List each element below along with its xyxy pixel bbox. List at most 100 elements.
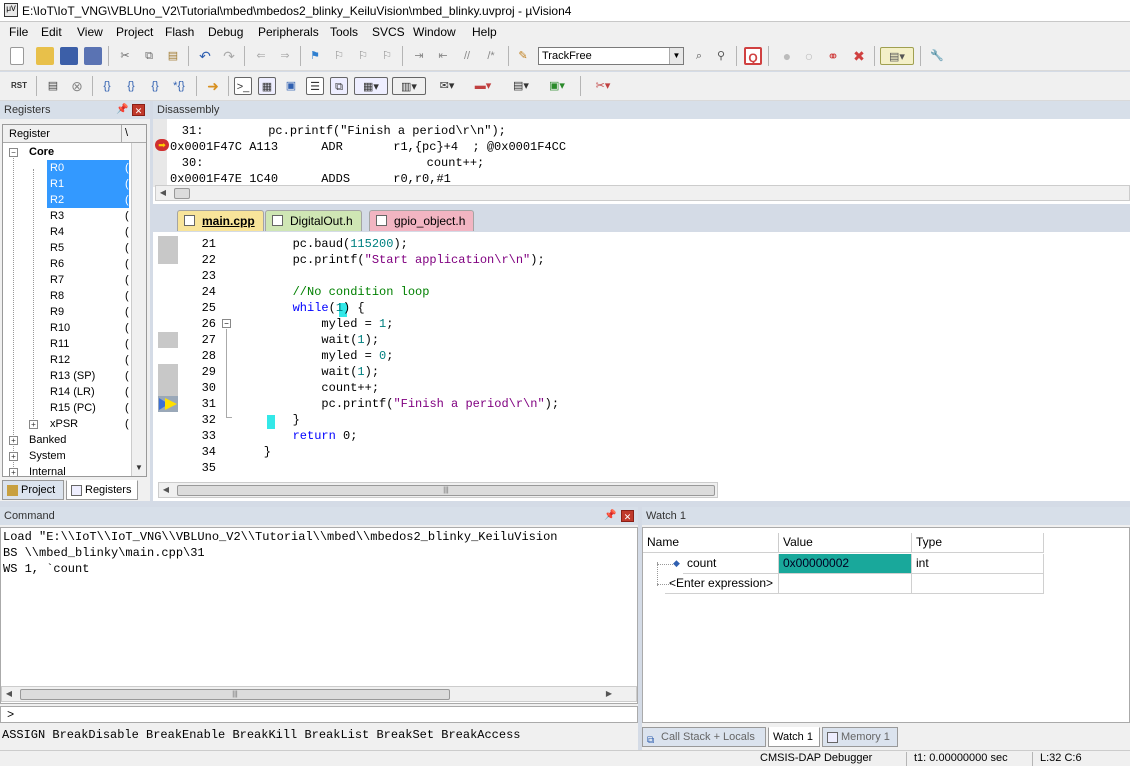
disasm-line-instr[interactable]: 0x0001F47C A113 ADR r1,{pc}+4 ; @0x0001F…	[170, 139, 566, 155]
unindent-icon[interactable]: ⇤	[434, 47, 452, 65]
register-row[interactable]: R9	[47, 304, 64, 320]
run-icon[interactable]: ▤	[44, 77, 62, 95]
run-to-cursor-icon[interactable]: *{}	[170, 77, 188, 95]
disassembly-window-icon[interactable]: ▦	[258, 77, 276, 95]
save-icon[interactable]	[60, 47, 78, 65]
watch-col-value[interactable]: Value	[779, 533, 912, 553]
banked-expand-icon[interactable]: +	[9, 436, 18, 445]
prev-bookmark-icon[interactable]: ⚐	[330, 47, 348, 65]
menu-tools[interactable]: Tools	[330, 25, 358, 39]
close-icon[interactable]: ✕	[132, 104, 145, 116]
command-input[interactable]: >	[0, 706, 638, 723]
code-line[interactable]: }	[235, 412, 300, 428]
tab-digitalout-h[interactable]: DigitalOut.h	[265, 210, 362, 231]
menu-file[interactable]: File	[9, 25, 28, 39]
memory-windows-icon[interactable]: ▥▾	[392, 77, 426, 95]
breakpoint-icon[interactable]: ●	[778, 47, 796, 65]
register-scrollbar[interactable]: ▼	[131, 143, 146, 476]
pin-icon[interactable]: 📌	[604, 510, 616, 521]
tab-registers[interactable]: Registers	[66, 480, 138, 500]
code-line[interactable]: myled = 0;	[235, 348, 393, 364]
register-row[interactable]: R15 (PC)	[47, 400, 96, 416]
menu-window[interactable]: Window	[413, 25, 456, 39]
command-window-icon[interactable]: >_	[234, 77, 252, 95]
pin-icon[interactable]: 📌	[116, 104, 128, 115]
call-stack-icon[interactable]: ⧉	[330, 77, 348, 95]
watch-row-name[interactable]: count	[683, 554, 779, 574]
show-next-statement-icon[interactable]: ➜	[204, 77, 222, 95]
code-line[interactable]: pc.printf("Finish a period\r\n");	[235, 396, 559, 412]
tab-main-cpp[interactable]: main.cpp	[177, 210, 264, 231]
watch-col-type[interactable]: Type	[912, 533, 1044, 553]
register-group-banked[interactable]: Banked	[29, 432, 66, 448]
xpsr-expand-icon[interactable]: +	[29, 420, 38, 429]
undo-icon[interactable]: ↶	[196, 47, 214, 65]
code-line[interactable]: return 0;	[235, 428, 358, 444]
open-folder-icon[interactable]	[36, 47, 54, 65]
menu-project[interactable]: Project	[116, 25, 153, 39]
trace-windows-icon[interactable]: ▤▾	[504, 77, 538, 95]
reset-icon[interactable]: RST	[10, 77, 28, 95]
disable-breakpoint-icon[interactable]: ○	[800, 47, 818, 65]
redo-icon[interactable]: ↷	[220, 47, 238, 65]
register-row[interactable]: R7	[47, 272, 64, 288]
disasm-line-source[interactable]: 30: count++;	[153, 155, 484, 171]
incremental-find-icon[interactable]: ⚲	[712, 47, 730, 65]
toolbox-icon[interactable]: ✂▾	[586, 77, 620, 95]
menu-view[interactable]: View	[77, 25, 103, 39]
close-icon[interactable]: ✕	[621, 510, 634, 522]
register-row[interactable]: R4	[47, 224, 64, 240]
code-line[interactable]: count++;	[235, 380, 379, 396]
command-output[interactable]: Load "E:\\IoT\\IoT_VNG\\VBLUno_V2\\Tutor…	[0, 527, 638, 704]
find-combo[interactable]: TrackFree ▼	[538, 47, 684, 65]
serial-windows-icon[interactable]: ✉▾	[430, 77, 464, 95]
register-group-internal[interactable]: Internal	[29, 464, 66, 476]
watch-row-value[interactable]: 0x00000002	[779, 554, 912, 574]
registers-window-icon[interactable]: ☰	[306, 77, 324, 95]
register-column-header[interactable]: Register \	[3, 125, 146, 143]
nav-forward-icon[interactable]: ⇒	[276, 47, 294, 65]
menu-flash[interactable]: Flash	[165, 25, 194, 39]
register-row[interactable]: R2	[47, 192, 129, 208]
step-out-icon[interactable]: {}	[146, 77, 164, 95]
tab-watch-1[interactable]: Watch 1	[768, 727, 820, 747]
code-line[interactable]: wait(1);	[235, 364, 379, 380]
tab-gpio-object-h[interactable]: gpio_object.h	[369, 210, 475, 231]
bookmark-icon[interactable]: ⚑	[306, 47, 324, 65]
register-row[interactable]: R13 (SP)	[47, 368, 95, 384]
register-row[interactable]: R5	[47, 240, 64, 256]
copy-icon[interactable]: ⧉	[140, 47, 158, 65]
code-line[interactable]: //No condition loop	[235, 284, 430, 300]
indent-icon[interactable]: ⇥	[410, 47, 428, 65]
code-line[interactable]: while(1) {	[235, 300, 365, 316]
symbols-window-icon[interactable]: ▣	[282, 77, 300, 95]
command-hscroll[interactable]: ◀ ||| ▶	[1, 686, 637, 702]
watch-col-name[interactable]: Name	[643, 533, 779, 553]
register-group-system[interactable]: System	[29, 448, 66, 464]
uncomment-icon[interactable]: /*	[482, 47, 500, 65]
code-line[interactable]: }	[235, 444, 271, 460]
new-file-icon[interactable]	[10, 47, 24, 65]
watch-windows-icon[interactable]: ▦▾	[354, 77, 388, 95]
core-collapse-icon[interactable]: −	[9, 148, 18, 157]
stop-icon[interactable]: ⊗	[68, 77, 86, 95]
tab-project[interactable]: Project	[2, 480, 64, 500]
configure-icon[interactable]: 🔧	[928, 47, 946, 65]
menu-svcs[interactable]: SVCS	[372, 25, 405, 39]
menu-peripherals[interactable]: Peripherals	[258, 25, 319, 39]
system-expand-icon[interactable]: +	[9, 452, 18, 461]
analysis-windows-icon[interactable]: ▬▾	[466, 77, 500, 95]
clear-bookmarks-icon[interactable]: ⚐	[378, 47, 396, 65]
enter-expression-row[interactable]: <Enter expression>	[665, 574, 779, 594]
editor-hscroll[interactable]: ◀ |||	[158, 482, 718, 498]
find-in-files-icon[interactable]: ✎	[514, 47, 532, 65]
paste-icon[interactable]: ▤	[164, 47, 182, 65]
nav-back-icon[interactable]: ⇐	[252, 47, 270, 65]
code-line[interactable]: myled = 1;	[235, 316, 393, 332]
register-row[interactable]: R10	[47, 320, 70, 336]
code-line[interactable]: pc.baud(115200);	[235, 236, 408, 252]
next-bookmark-icon[interactable]: ⚐	[354, 47, 372, 65]
register-row[interactable]: R14 (LR)	[47, 384, 95, 400]
register-row[interactable]: R11	[47, 336, 69, 352]
code-area[interactable]: − 21 pc.baud(115200); 22 pc.printf("Start…	[153, 232, 1130, 485]
